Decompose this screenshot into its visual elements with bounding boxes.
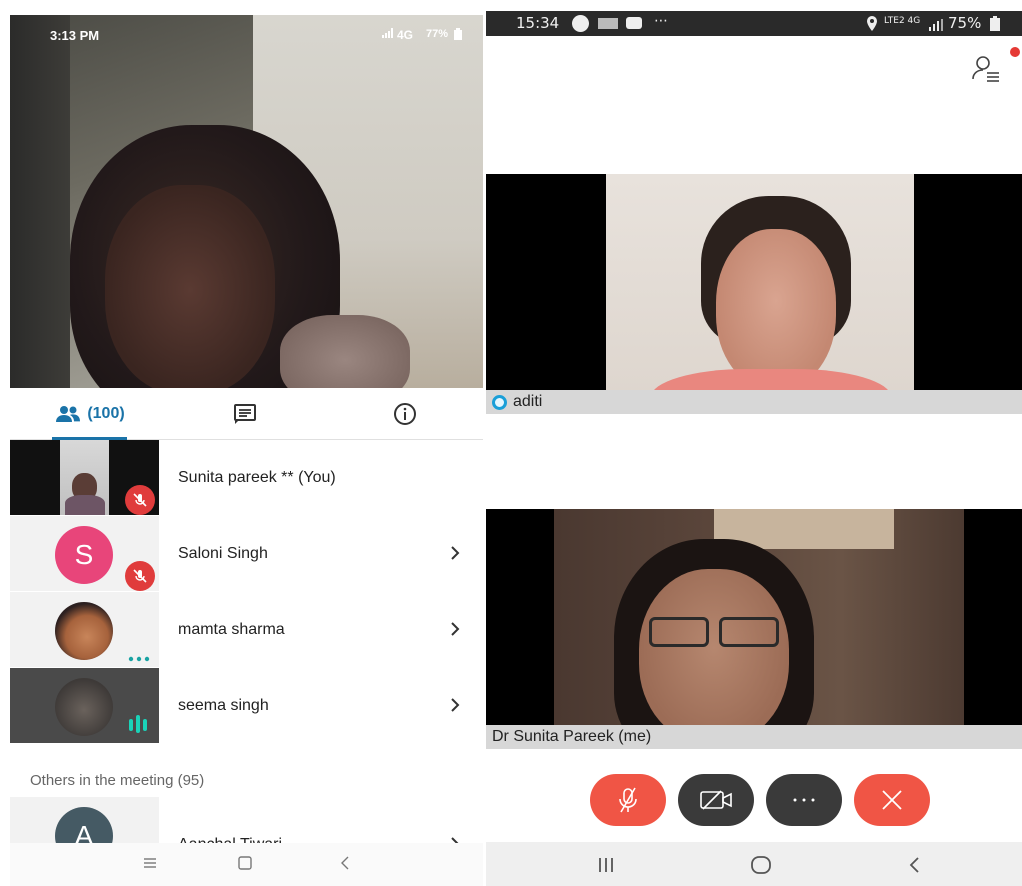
youtube-notification-icon (626, 17, 642, 29)
participant-name: seema singh (178, 696, 269, 714)
chat-icon (233, 403, 257, 425)
participant-name: Sunita pareek ** (You) (178, 468, 336, 486)
battery-icon (990, 16, 1000, 35)
participants-list-icon[interactable] (971, 53, 1001, 88)
network-type: 4G (397, 28, 414, 42)
avatar: S (55, 526, 113, 584)
home-icon[interactable] (237, 855, 253, 876)
location-icon (866, 16, 878, 35)
battery-level: 75% (948, 14, 982, 32)
video-tile-self[interactable]: Dr Sunita Pareek (me) (486, 509, 1022, 749)
battery-level: 77% (426, 28, 449, 40)
status-time: 15:34 (516, 14, 560, 32)
more-options-dots-icon (128, 649, 150, 667)
participant-avatar-thumb: S (10, 516, 159, 591)
back-icon[interactable] (906, 856, 922, 879)
recent-apps-icon[interactable] (596, 856, 616, 879)
notification-dot (1010, 47, 1020, 57)
status-bar: 15:34 ⋯ LTE2 4G 75% (486, 11, 1022, 36)
audio-level-icon (128, 714, 152, 739)
participant-name-bar: Dr Sunita Pareek (me) (486, 725, 1022, 749)
speaker-video[interactable]: 3:13 PM 4G 77% (10, 15, 483, 388)
avatar (55, 678, 113, 736)
chevron-right-icon[interactable] (445, 543, 465, 563)
participant-name: Saloni Singh (178, 544, 268, 562)
signal-icon (382, 28, 394, 41)
left-phone-screen: 3:13 PM 4G 77% (100) Sunita pareek ** (Y… (10, 15, 483, 886)
participant-video-thumb (10, 440, 159, 515)
mute-button[interactable] (590, 774, 666, 826)
battery-icon (454, 28, 462, 43)
network-type: LTE2 4G (884, 16, 921, 26)
right-phone-screen: 15:34 ⋯ LTE2 4G 75% aditi Dr Sunita Pare… (486, 11, 1022, 886)
info-icon (393, 402, 417, 426)
camera-off-icon (699, 789, 733, 811)
chevron-right-icon[interactable] (445, 695, 465, 715)
back-icon[interactable] (337, 855, 353, 876)
recent-apps-icon[interactable] (142, 855, 158, 876)
hangup-button[interactable] (854, 774, 930, 826)
participant-photo-thumb (10, 592, 159, 667)
android-nav-bar (486, 842, 1022, 886)
camera-toggle-button[interactable] (678, 774, 754, 826)
signal-icon (929, 17, 943, 35)
chevron-right-icon[interactable] (445, 619, 465, 639)
more-options-button[interactable] (766, 774, 842, 826)
more-notifications-icon: ⋯ (654, 13, 668, 29)
hangup-icon (880, 788, 904, 812)
android-nav-bar (10, 843, 483, 886)
status-time: 3:13 PM (50, 28, 100, 43)
participant-name-bar: aditi (486, 390, 1022, 414)
participant-photo-thumb (10, 668, 159, 743)
tab-chat[interactable] (210, 388, 280, 440)
participant-name: Aanchal Tiwari (178, 835, 283, 848)
participant-row-you[interactable]: Sunita pareek ** (You) (10, 440, 483, 515)
participant-count: (100) (87, 405, 125, 422)
avatar: A (55, 807, 113, 847)
more-icon (792, 797, 816, 803)
participant-row-saloni[interactable]: S Saloni Singh (10, 516, 483, 591)
others-section-label: Others in the meeting (95) (30, 772, 205, 789)
participant-avatar-thumb: A (10, 797, 159, 847)
participant-row-seema[interactable]: seema singh (10, 668, 483, 743)
news-notification-icon (598, 18, 618, 29)
mic-off-icon (125, 561, 155, 591)
app-notification-icon (572, 15, 589, 32)
participant-name: aditi (513, 393, 543, 410)
connection-status-icon (492, 394, 507, 410)
mic-off-icon (125, 485, 155, 515)
mic-off-icon (617, 787, 639, 813)
home-icon[interactable] (750, 855, 772, 880)
participant-row-aanchal[interactable]: A Aanchal Tiwari (10, 797, 483, 847)
participant-row-mamta[interactable]: mamta sharma (10, 592, 483, 667)
tab-info[interactable] (370, 388, 440, 440)
tab-people[interactable]: (100) (40, 388, 140, 440)
meeting-tabs: (100) (10, 388, 483, 440)
avatar (55, 602, 113, 660)
people-icon (55, 405, 81, 423)
participant-name: mamta sharma (178, 620, 285, 638)
video-tile-aditi[interactable]: aditi (486, 174, 1022, 414)
participant-name: Dr Sunita Pareek (me) (492, 728, 652, 745)
